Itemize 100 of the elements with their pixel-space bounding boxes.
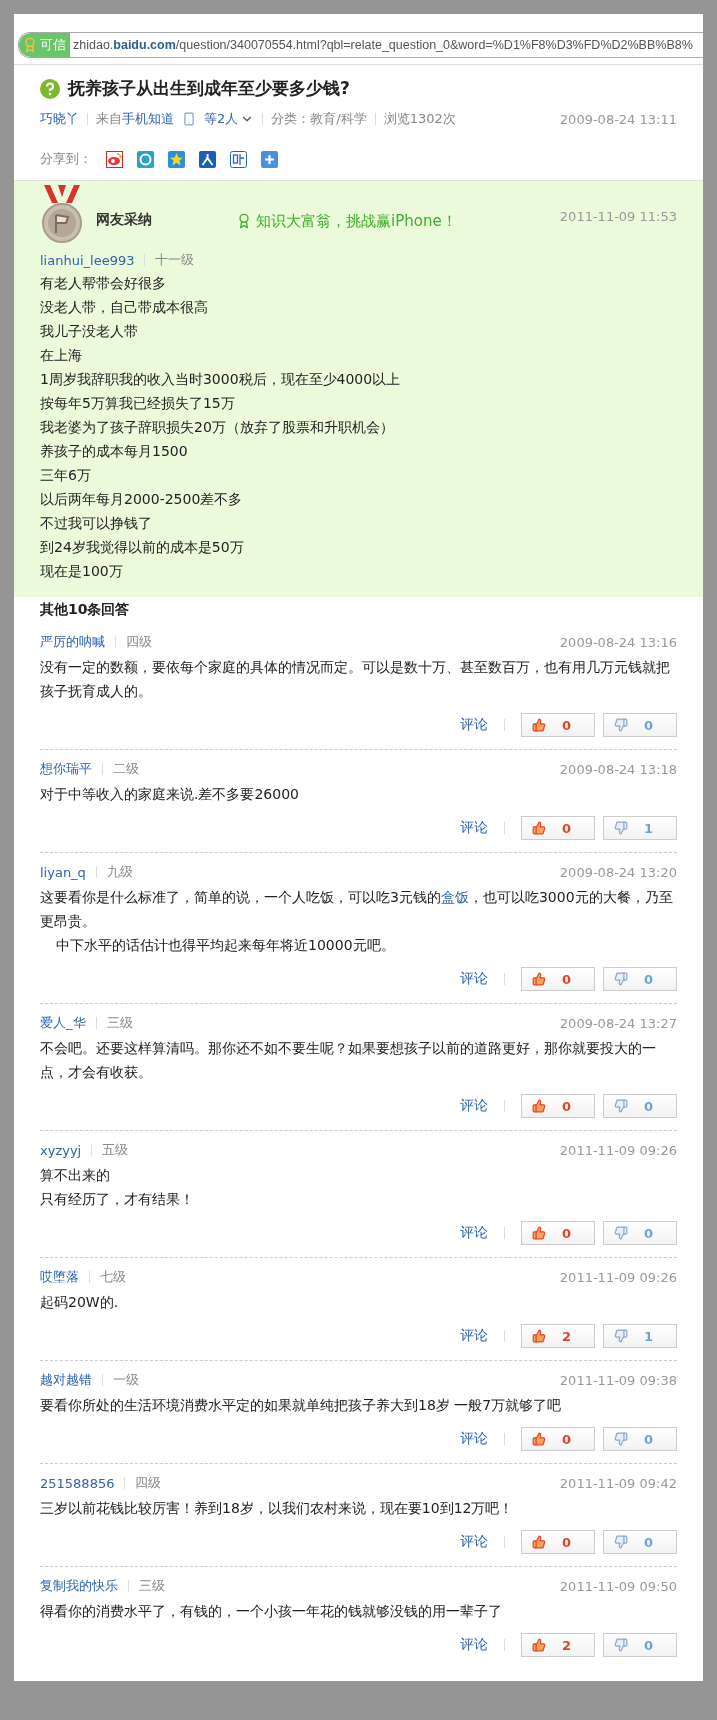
answer-line: 没老人带，自己带成本很高 <box>40 298 209 317</box>
like-button[interactable]: 0 <box>521 1221 595 1245</box>
answer-text: 只有经历了，才有结果！ <box>40 1190 195 1209</box>
source-link[interactable]: 手机知道 <box>122 110 174 128</box>
answer-line: 现在是100万 <box>40 562 124 581</box>
thumbs-down-icon <box>614 1432 628 1446</box>
like-button[interactable]: 0 <box>521 1530 595 1554</box>
answer-line: 养孩子的成本每月1500 <box>40 442 189 461</box>
text-link[interactable]: 盒饭 <box>440 889 469 905</box>
comment-link[interactable]: 评论 <box>460 1097 488 1115</box>
answer-line: 有老人帮带会好很多 <box>40 274 167 293</box>
comment-link[interactable]: 评论 <box>460 716 488 734</box>
trust-label: 可信 <box>40 36 66 54</box>
answer-text: 三岁以前花钱比较厉害！养到18岁，以我们农村来说，现在要10到12万吧！ <box>40 1499 515 1518</box>
comment-link[interactable]: 评论 <box>460 970 488 988</box>
user-level: 三级 <box>139 1577 165 1595</box>
user-level: 四级 <box>126 633 152 651</box>
comment-link[interactable]: 评论 <box>460 1224 488 1242</box>
thumbs-down-icon <box>614 972 628 986</box>
share-button[interactable] <box>230 150 247 168</box>
like-button[interactable]: 2 <box>521 1633 595 1657</box>
plus-icon <box>261 150 278 168</box>
question-icon <box>40 78 60 99</box>
like-button[interactable]: 0 <box>521 1094 595 1118</box>
thumbs-down-icon <box>614 1226 628 1240</box>
address-bar[interactable]: 可信 zhidao.baidu.com/question/340070554.html?qbl=relate_question_0&word=%D1%F8%D3%FD%D2%BB%B8% <box>18 32 703 58</box>
adopted-label: 网友采纳 <box>96 211 152 229</box>
share-button[interactable] <box>137 150 154 168</box>
user-level: 九级 <box>106 863 133 881</box>
thumbs-up-icon <box>532 1638 546 1652</box>
answer-time: 2011-11-09 09:26 <box>559 1269 677 1285</box>
thumbs-down-icon <box>614 1535 628 1549</box>
user-link[interactable]: 复制我的快乐 <box>40 1577 118 1595</box>
answer-text: 要看你所处的生活环境消费水平定的如果就单纯把孩子养大到18岁 一般7万就够了吧 <box>40 1396 563 1415</box>
thumbs-down-icon <box>614 1099 628 1113</box>
medal-icon <box>40 185 84 243</box>
user-link[interactable]: xyzyyj <box>40 1142 82 1158</box>
answer-line: 我老婆为了孩子辞职损失20万（放弃了股票和升职机会） <box>40 418 395 437</box>
user-level: 四级 <box>135 1474 162 1492</box>
comment-link[interactable]: 评论 <box>460 819 488 837</box>
answer-line: 1周岁我辞职我的收入当时3000税后，现在至少4000以上 <box>40 370 402 389</box>
user-link[interactable]: lianhui_lee993 <box>40 252 135 268</box>
answer-time: 2011-11-09 11:53 <box>559 209 677 224</box>
user-link[interactable]: 爱人_华 <box>40 1014 86 1032</box>
like-button[interactable]: 2 <box>521 1324 595 1348</box>
answer-line: 在上海 <box>40 346 83 365</box>
user-level: 七级 <box>100 1268 126 1286</box>
comment-link[interactable]: 评论 <box>460 1636 488 1654</box>
circle-icon <box>137 150 154 168</box>
answer-line: 按每年5万算我已经损失了15万 <box>40 394 236 413</box>
user-level: 十一级 <box>155 251 195 269</box>
answer-time: 2009-08-24 13:16 <box>559 634 677 650</box>
answer-time: 2011-11-09 09:50 <box>559 1578 677 1594</box>
comment-link[interactable]: 评论 <box>460 1533 488 1551</box>
answer-text: 对于中等收入的家庭来说.差不多要26000 <box>40 785 300 804</box>
user-link[interactable]: 想你瑞平 <box>40 760 92 778</box>
others-link[interactable]: 等2人 <box>204 110 239 128</box>
person-icon <box>199 150 216 168</box>
answer-time: 2011-11-09 09:26 <box>559 1142 677 1158</box>
question-title: 抚养孩子从出生到成年至少要多少钱? <box>68 77 350 100</box>
square-icon <box>230 150 247 168</box>
user-level: 一级 <box>113 1371 139 1389</box>
thumbs-up-icon <box>532 1226 546 1240</box>
answer-text: 起码20W的. <box>40 1293 120 1312</box>
user-link[interactable]: 251588856 <box>40 1475 115 1491</box>
user-link[interactable]: 哎堕落 <box>40 1268 79 1286</box>
thumbs-up-icon <box>532 1432 546 1446</box>
medal-icon <box>22 37 38 53</box>
comment-link[interactable]: 评论 <box>460 1327 488 1345</box>
like-button[interactable]: 0 <box>521 713 595 737</box>
user-link[interactable]: 严厉的呐喊 <box>40 633 105 651</box>
question-time: 2009-08-24 13:11 <box>559 111 677 127</box>
user-link[interactable]: 越对越错 <box>40 1371 92 1389</box>
answer-text: 中下水平的话估计也得平均起来每年将近10000元吧。 <box>55 936 396 955</box>
award-icon <box>236 213 252 229</box>
category-text: 分类：教育/科学 <box>271 110 367 128</box>
thumbs-up-icon <box>532 972 546 986</box>
answer-text: 得看你的消费水平了，有钱的，一个小孩一年花的钱就够没钱的用一辈子了 <box>40 1602 503 1621</box>
asker-link[interactable]: 巧晓丫 <box>40 110 79 128</box>
thumbs-up-icon <box>532 718 546 732</box>
answer-line: 不过我可以挣钱了 <box>40 514 153 533</box>
comment-link[interactable]: 评论 <box>460 1430 488 1448</box>
thumbs-down-icon <box>614 1329 628 1343</box>
user-level: 三级 <box>106 1014 133 1032</box>
share-button[interactable] <box>106 150 123 168</box>
thumbs-up-icon <box>532 1535 546 1549</box>
user-link[interactable]: liyan_q <box>40 864 86 880</box>
thumbs-up-icon <box>532 821 546 835</box>
eye-icon <box>106 150 123 168</box>
share-label: 分享到： <box>40 150 92 168</box>
like-button[interactable]: 0 <box>521 1427 595 1451</box>
share-button[interactable] <box>168 150 185 168</box>
answer-line: 三年6万 <box>40 466 92 485</box>
answer-text: 没有一定的数额，要依每个家庭的具体的情况而定。可以是数十万、甚至数百万，也有用几万元钱就把孩子抚育成人的。 <box>40 658 671 701</box>
like-button[interactable]: 0 <box>521 816 595 840</box>
share-button[interactable] <box>261 150 278 168</box>
answer-time: 2009-08-24 13:20 <box>559 864 677 880</box>
like-button[interactable]: 0 <box>521 967 595 991</box>
thumbs-down-icon <box>614 1638 628 1652</box>
share-button[interactable] <box>199 150 216 168</box>
